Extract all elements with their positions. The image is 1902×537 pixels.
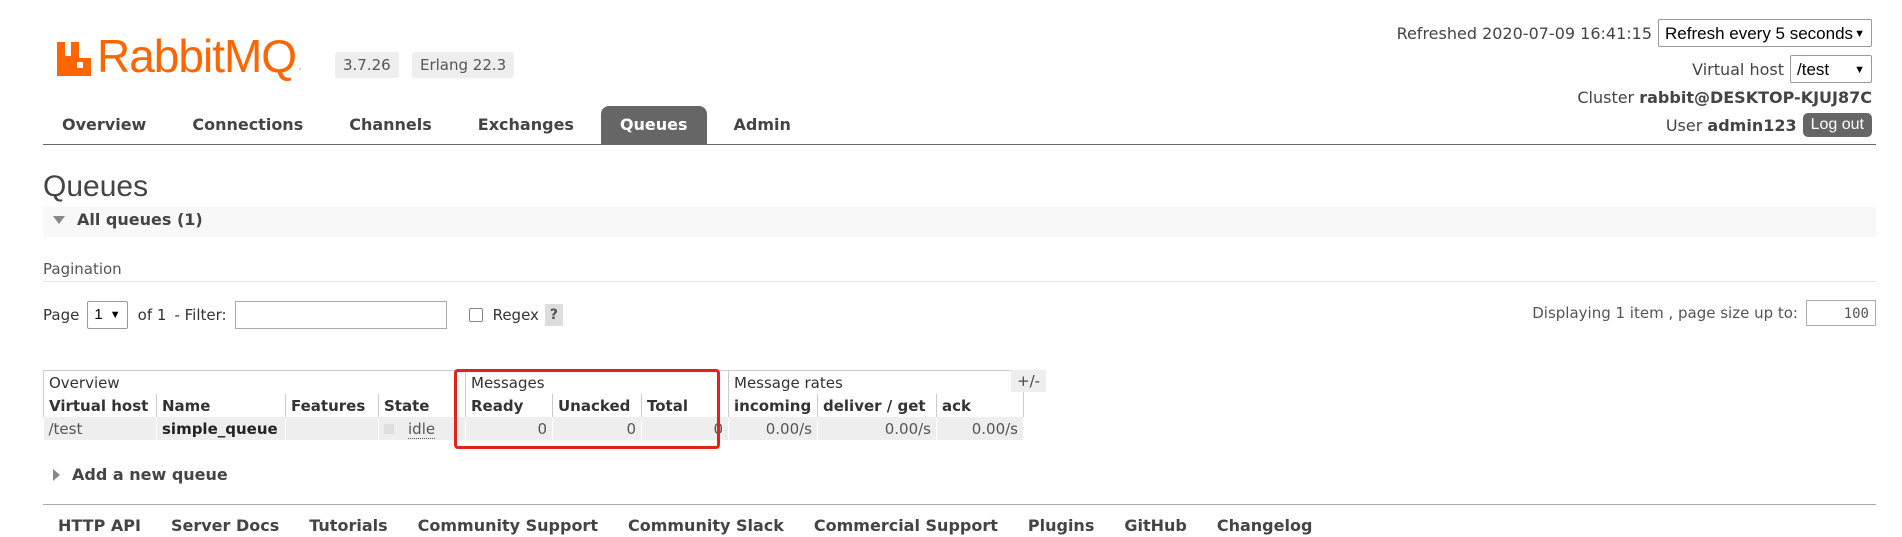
display-label: Displaying 1 item , page size up to: (1532, 304, 1798, 322)
vhost-row: Virtual host /test ▼ (1692, 55, 1872, 83)
tab-channels[interactable]: Channels (330, 106, 451, 144)
queue-name-link[interactable]: simple_queue (156, 417, 286, 440)
section-title: All queues (1) (77, 210, 203, 229)
vhost-select-value: /test (1797, 60, 1830, 79)
brand-trademark: . (298, 58, 303, 74)
refreshed-timestamp: Refreshed 2020-07-09 16:41:15 (1396, 23, 1652, 43)
col-incoming[interactable]: incoming (728, 394, 818, 417)
col-ack[interactable]: ack (936, 394, 1024, 417)
tab-queues[interactable]: Queues (600, 106, 707, 144)
cell-features (285, 417, 379, 440)
tab-exchanges[interactable]: Exchanges (459, 106, 593, 144)
footer-link-http-api[interactable]: HTTP API (58, 516, 141, 535)
user-label: User (1665, 115, 1703, 135)
page-size-control: Displaying 1 item , page size up to: 100 (1532, 300, 1876, 326)
footer-links: HTTP API Server Docs Tutorials Community… (58, 516, 1342, 535)
col-state[interactable]: State (378, 394, 466, 417)
page-select[interactable]: 1 ▼ (87, 301, 128, 329)
footer-link-github[interactable]: GitHub (1124, 516, 1187, 535)
refresh-select[interactable]: Refresh every 5 seconds ▼ (1658, 19, 1872, 47)
filter-label: - Filter: (174, 306, 227, 324)
logout-button[interactable]: Log out (1802, 113, 1872, 137)
pagination-label: Pagination (43, 260, 122, 278)
chevron-down-icon: ▼ (1854, 28, 1865, 40)
cell-deliver-get: 0.00/s (817, 417, 937, 440)
cluster-name: rabbit@DESKTOP-KJUJ87C (1639, 88, 1872, 107)
triangle-right-icon (53, 468, 60, 481)
add-queue-label: Add a new queue (72, 465, 228, 484)
pager: Page 1 ▼ of 1 - Filter: Regex ? (43, 300, 564, 330)
cell-state: idle (378, 417, 466, 440)
section-header-bar (43, 207, 1876, 237)
page-of-label: of 1 (137, 306, 167, 324)
cell-ack: 0.00/s (936, 417, 1024, 440)
cluster-label: Cluster (1577, 88, 1635, 107)
vhost-label: Virtual host (1692, 59, 1784, 79)
tab-admin[interactable]: Admin (715, 106, 810, 144)
regex-label: Regex (492, 306, 539, 324)
col-deliver-get[interactable]: deliver / get (817, 394, 937, 417)
vhost-select[interactable]: /test ▼ (1790, 55, 1872, 83)
cell-vhost: /test (43, 417, 157, 440)
page-size-input[interactable]: 100 (1806, 300, 1876, 326)
erlang-badge: Erlang 22.3 (412, 52, 515, 78)
state-label: idle (408, 419, 436, 439)
version-badge: 3.7.26 (335, 52, 399, 78)
user-row: User admin123 Log out (1666, 113, 1872, 137)
page-select-value: 1 (94, 306, 103, 323)
col-name[interactable]: Name (156, 394, 286, 417)
chevron-down-icon: ▼ (1854, 64, 1865, 76)
chevron-down-icon: ▼ (109, 309, 121, 321)
col-features[interactable]: Features (285, 394, 379, 417)
filter-input[interactable] (234, 301, 447, 329)
pagination-divider (43, 281, 1876, 282)
page-label: Page (43, 306, 80, 324)
page-title: Queues (43, 170, 149, 203)
regex-checkbox[interactable] (468, 308, 483, 322)
footer-divider (43, 504, 1876, 505)
footer-link-server-docs[interactable]: Server Docs (171, 516, 279, 535)
brand-name: RabbitMQ (97, 30, 297, 82)
col-virtual-host[interactable]: Virtual host (43, 394, 157, 417)
rabbitmq-logo-icon (57, 42, 91, 76)
all-queues-toggle[interactable]: All queues (1) (53, 210, 203, 229)
group-overview: Overview (43, 370, 466, 394)
regex-help-button[interactable]: ? (544, 304, 564, 326)
refresh-row: Refreshed 2020-07-09 16:41:15 Refresh ev… (1397, 19, 1872, 47)
add-queue-toggle[interactable]: Add a new queue (53, 465, 228, 484)
cell-incoming: 0.00/s (728, 417, 818, 440)
user-name: admin123 (1707, 115, 1797, 135)
tab-connections[interactable]: Connections (173, 106, 322, 144)
column-toggle-button[interactable]: +/- (1011, 370, 1047, 392)
footer-link-community-slack[interactable]: Community Slack (628, 516, 784, 535)
triangle-down-icon (53, 215, 65, 224)
cluster-row: Cluster rabbit@DESKTOP-KJUJ87C (1577, 88, 1872, 107)
refresh-select-value: Refresh every 5 seconds (1665, 24, 1854, 43)
footer-link-tutorials[interactable]: Tutorials (309, 516, 387, 535)
main-nav: Overview Connections Channels Exchanges … (43, 106, 818, 144)
footer-link-community-support[interactable]: Community Support (418, 516, 598, 535)
tab-overview[interactable]: Overview (43, 106, 165, 144)
state-indicator-icon (384, 424, 394, 434)
nav-divider (43, 144, 1876, 145)
footer-link-changelog[interactable]: Changelog (1217, 516, 1313, 535)
rabbitmq-logo: RabbitMQ . (55, 28, 303, 82)
footer-link-commercial-support[interactable]: Commercial Support (814, 516, 998, 535)
messages-highlight-box (454, 369, 720, 449)
group-message-rates: Message rates (728, 370, 1024, 394)
footer-link-plugins[interactable]: Plugins (1028, 516, 1094, 535)
